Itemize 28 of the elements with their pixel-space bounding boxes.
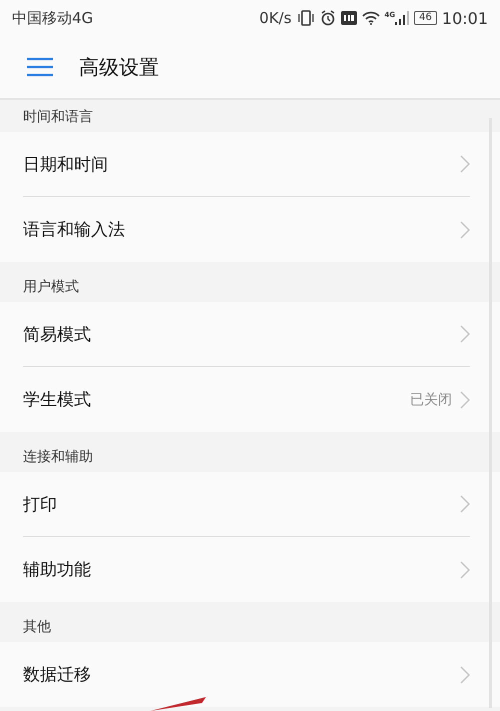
settings-item[interactable]: 语言和输入法 — [23, 197, 470, 262]
section-header: 用户模式 — [23, 278, 79, 296]
section-header: 时间和语言 — [23, 108, 93, 126]
alarm-icon — [320, 10, 336, 26]
battery-indicator: 46 — [414, 11, 437, 25]
chevron-icon — [460, 155, 470, 173]
settings-item[interactable]: 打印 — [23, 472, 470, 537]
arrow-drawing — [150, 697, 206, 711]
menu-icon[interactable] — [27, 57, 53, 77]
settings-item[interactable]: 学生模式 已关闭 — [23, 367, 470, 432]
chevron-icon — [460, 666, 470, 684]
signal-icon — [395, 11, 410, 25]
chevron-icon — [460, 325, 470, 343]
section-header: 连接和辅助 — [23, 448, 93, 466]
section-header: 其他 — [23, 618, 51, 636]
settings-item[interactable]: 日期和时间 — [23, 132, 470, 197]
vibrate-icon — [296, 10, 315, 26]
carrier-text: 中国移动4G — [12, 8, 94, 28]
speed-text: 0K/s — [259, 9, 292, 27]
page-title: 高级设置 — [79, 54, 159, 80]
chevron-icon — [460, 390, 470, 408]
settings-item[interactable]: 简易模式 — [23, 302, 470, 367]
settings-item[interactable]: 辅助功能 — [23, 537, 470, 602]
wifi-icon — [362, 11, 380, 25]
chevron-icon — [460, 560, 470, 578]
chevron-icon — [460, 220, 470, 238]
time-text: 10:01 — [442, 8, 488, 28]
chevron-icon — [460, 495, 470, 513]
